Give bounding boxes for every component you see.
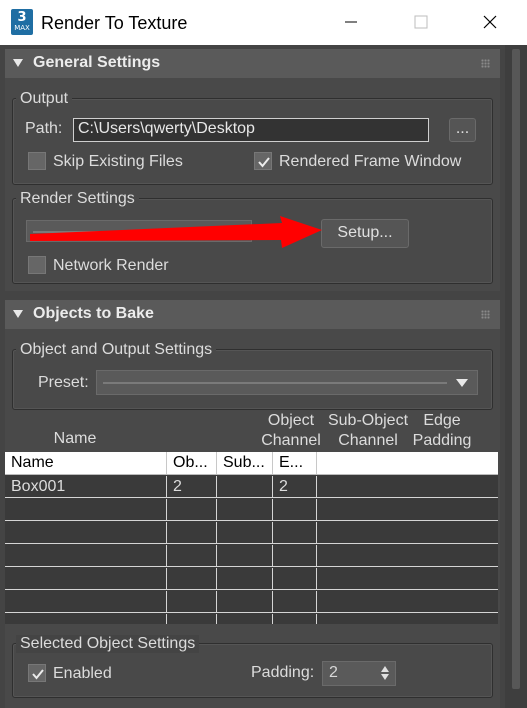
path-input[interactable]: C:\Users\qwerty\Desktop (73, 118, 429, 142)
rollout-grip-icon[interactable] (481, 310, 490, 319)
table-cell-name: Box001 (5, 476, 167, 497)
objects-table: Name Ob... Sub... E... Box001 2 2 (5, 452, 498, 624)
column-header-subobject-channel: Sub-Object Channel (327, 412, 409, 449)
spinner-down-icon[interactable] (381, 674, 389, 680)
column-header-edge-padding: Edge Padding (412, 412, 472, 449)
table-column-name[interactable]: Name (5, 452, 167, 474)
table-cell-object-channel: 2 (167, 476, 217, 497)
maximize-button[interactable] (398, 8, 444, 38)
network-render-checkbox[interactable] (28, 256, 46, 274)
output-group-label: Output (16, 90, 73, 108)
render-settings-group-label: Render Settings (16, 190, 139, 208)
general-settings-panel: Output Path: C:\Users\qwerty\Desktop ...… (5, 78, 500, 291)
padding-label: Padding: (251, 664, 315, 681)
table-row-empty (5, 499, 498, 521)
title-bar: 3 MAX Render To Texture (0, 0, 527, 45)
rollout-grip-icon[interactable] (481, 59, 490, 68)
skip-existing-label: Skip Existing Files (53, 153, 183, 170)
setup-button[interactable]: Setup... (321, 219, 409, 248)
padding-spinner[interactable]: 2 (322, 661, 396, 686)
maximize-icon (414, 15, 428, 29)
table-header-row: Name Ob... Sub... E... (5, 452, 498, 475)
path-label: Path: (25, 120, 63, 137)
collapse-triangle-icon (13, 59, 23, 67)
selected-object-settings-label: Selected Object Settings (16, 635, 200, 653)
table-column-edge-padding[interactable]: E... (273, 452, 317, 474)
skip-existing-checkbox[interactable] (28, 152, 46, 170)
object-output-settings-label: Object and Output Settings (16, 341, 217, 359)
column-header-name: Name (53, 430, 97, 447)
preset-label: Preset: (38, 374, 89, 391)
vertical-scrollbar[interactable] (505, 45, 527, 708)
checkmark-icon (32, 669, 44, 680)
close-button[interactable] (467, 8, 513, 38)
browse-path-button[interactable]: ... (449, 118, 476, 142)
objects-to-bake-rollout-header[interactable]: Objects to Bake (5, 300, 500, 329)
table-row-empty (5, 591, 498, 613)
table-row[interactable]: Box001 2 2 (5, 476, 498, 498)
table-cell-edge-padding: 2 (273, 476, 317, 497)
spinner-up-icon[interactable] (381, 666, 389, 672)
network-render-label: Network Render (53, 257, 169, 274)
table-row-empty (5, 614, 498, 624)
enabled-label: Enabled (53, 665, 112, 682)
table-column-object-channel[interactable]: Ob... (167, 452, 217, 474)
rendered-frame-window-label: Rendered Frame Window (279, 153, 462, 170)
preset-dropdown[interactable] (96, 370, 478, 395)
minimize-button[interactable] (328, 8, 374, 38)
close-icon (483, 15, 497, 29)
3dsmax-app-icon: 3 MAX (11, 9, 33, 35)
rendered-frame-window-checkbox[interactable] (254, 152, 272, 170)
general-settings-rollout-header[interactable]: General Settings (5, 49, 500, 78)
minimize-icon (345, 21, 357, 23)
table-row-empty (5, 568, 498, 590)
table-row-empty (5, 522, 498, 544)
annotation-arrow-icon (30, 216, 322, 248)
dropdown-arrow-icon (456, 379, 468, 387)
enabled-checkbox[interactable] (28, 664, 46, 682)
table-row-empty (5, 545, 498, 567)
checkmark-icon (258, 157, 270, 168)
window-title: Render To Texture (41, 13, 188, 33)
collapse-triangle-icon (13, 310, 23, 318)
column-header-object-channel: Object Channel (261, 412, 321, 449)
scrollbar-thumb[interactable] (512, 49, 520, 689)
table-column-subobject-channel[interactable]: Sub... (217, 452, 273, 474)
table-cell-subobject-channel (217, 476, 273, 497)
